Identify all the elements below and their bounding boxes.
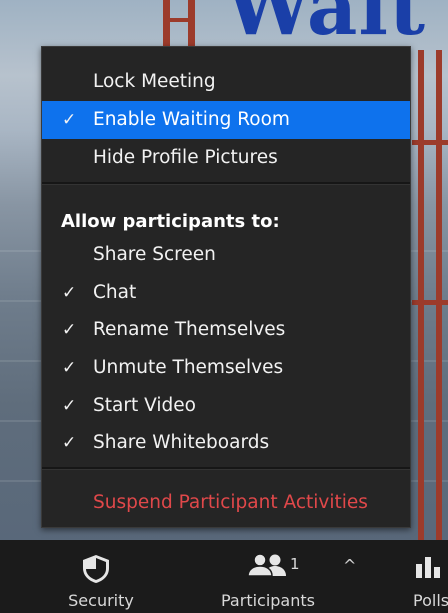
security-label: Security [68, 591, 134, 610]
menu-item-label: Unmute Themselves [93, 357, 284, 378]
participants-label: Participants [221, 591, 315, 610]
checkmark-icon: ✓ [62, 320, 77, 340]
checkmark-icon: ✓ [62, 283, 77, 303]
menu-item-label: Share Whiteboards [93, 432, 270, 453]
allow-participants-heading: Allow participants to: [61, 211, 280, 232]
menu-item-enable-waiting-room[interactable]: ✓ Enable Waiting Room [42, 101, 410, 139]
menu-item-label: Share Screen [93, 244, 216, 265]
menu-item-rename-themselves[interactable]: ✓ Rename Themselves [42, 311, 410, 349]
bar-chart-icon [416, 554, 446, 582]
menu-item-label: Lock Meeting [93, 71, 216, 92]
security-button[interactable]: Security [58, 540, 144, 613]
menu-item-unmute-themselves[interactable]: ✓ Unmute Themselves [42, 349, 410, 387]
people-icon [246, 553, 290, 581]
menu-item-start-video[interactable]: ✓ Start Video [42, 387, 410, 425]
checkmark-icon: ✓ [62, 110, 77, 130]
menu-item-lock-meeting[interactable]: Lock Meeting [42, 63, 410, 101]
menu-item-share-screen[interactable]: Share Screen [42, 236, 410, 274]
suspend-participant-activities-button[interactable]: Suspend Participant Activities [42, 484, 410, 522]
participant-count: 1 [290, 555, 300, 573]
checkmark-icon: ✓ [62, 358, 77, 378]
menu-item-label: Suspend Participant Activities [93, 492, 368, 513]
participants-options-caret[interactable]: ^ [343, 556, 356, 575]
participants-button[interactable]: 1 Participants [210, 540, 326, 613]
menu-item-label: Chat [93, 282, 137, 303]
menu-item-label: Start Video [93, 395, 196, 416]
menu-item-share-whiteboards[interactable]: ✓ Share Whiteboards [42, 424, 410, 462]
menu-divider [42, 182, 410, 185]
polls-label: Polls [413, 591, 448, 610]
meeting-toolbar: Security 1 Participants ^ Polls [0, 540, 448, 613]
shield-icon [80, 554, 112, 588]
menu-item-hide-profile-pictures[interactable]: Hide Profile Pictures [42, 139, 410, 177]
polls-button[interactable]: Polls [406, 540, 448, 613]
menu-divider [42, 467, 410, 470]
menu-item-label: Rename Themselves [93, 319, 286, 340]
security-menu: Lock Meeting ✓ Enable Waiting Room Hide … [41, 46, 411, 528]
checkmark-icon: ✓ [62, 396, 77, 416]
checkmark-icon: ✓ [62, 433, 77, 453]
menu-item-label: Enable Waiting Room [93, 109, 290, 130]
menu-item-label: Hide Profile Pictures [93, 147, 278, 168]
menu-item-chat[interactable]: ✓ Chat [42, 274, 410, 312]
